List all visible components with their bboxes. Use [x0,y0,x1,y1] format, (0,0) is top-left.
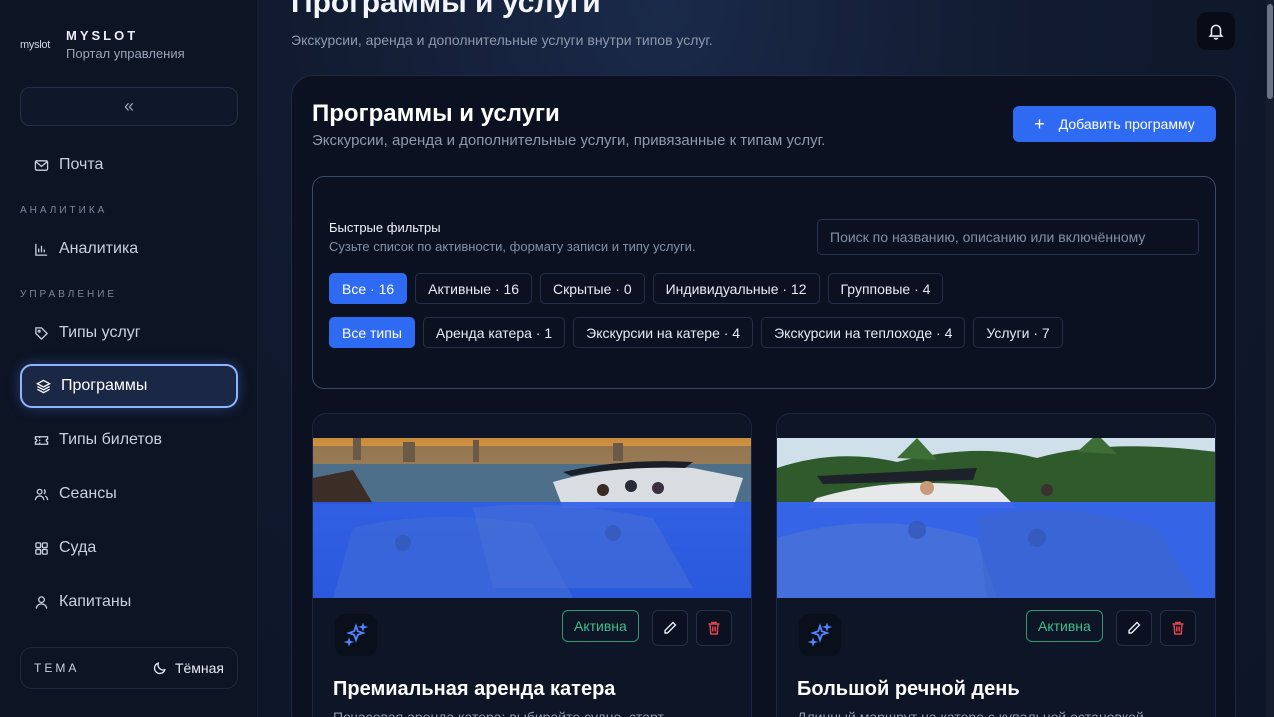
mail-icon [33,157,49,173]
program-card[interactable]: Активна Премиальная аренда катера Почасо… [312,413,752,717]
edit-button[interactable] [652,610,688,646]
section-label-management: УПРАВЛЕНИЕ [20,289,118,300]
program-image [777,438,1215,598]
bar-chart-icon [33,241,49,257]
sidebar-item-label: Капитаны [59,593,132,610]
type-filter-chips: Все типы Аренда катера · 1 Экскурсии на … [329,317,1063,348]
sidebar-item-label: Почта [59,156,104,173]
panel-title: Программы и услуги [312,100,560,127]
notifications-button[interactable] [1197,12,1235,50]
tag-icon [33,325,49,341]
theme-toggle[interactable]: ТЕМА Тёмная [20,647,238,689]
sidebar-item-label: Суда [59,539,97,556]
sidebar-item-captains[interactable]: Капитаны [20,580,238,624]
plus-icon: + [1034,113,1045,134]
status-badge[interactable]: Активна [562,610,639,642]
filters-subtitle: Сузьте список по активности, формату зап… [329,239,696,254]
theme-value: Тёмная [174,660,224,676]
chip-individual[interactable]: Индивидуальные · 12 [652,273,820,304]
scrollbar-thumb[interactable] [1267,4,1273,99]
pencil-icon [1128,621,1141,634]
brand-subtitle: Портал управления [66,46,185,61]
layers-icon [35,378,51,394]
chip-ship-excursions[interactable]: Экскурсии на теплоходе · 4 [761,317,966,348]
sidebar-item-analytics[interactable]: Аналитика [20,227,238,271]
sidebar-item-sessions[interactable]: Сеансы [20,472,238,516]
delete-button[interactable] [696,610,732,646]
brand[interactable]: myslot MYSLOT Портал управления [20,28,185,61]
card-title: Премиальная аренда катера [333,678,616,700]
add-program-label: Добавить программу [1058,116,1195,132]
pencil-icon [664,621,677,634]
main-content: Программы и услуги Экскурсии, аренда и д… [258,0,1266,717]
user-icon [33,594,49,610]
add-program-button[interactable]: + Добавить программу [1013,106,1216,142]
users-icon [33,486,49,502]
page-scrollbar[interactable] [1266,0,1274,717]
sidebar-item-service-types[interactable]: Типы услуг [20,311,238,355]
sidebar-item-ticket-types[interactable]: Типы билетов [20,418,238,462]
chip-all[interactable]: Все · 16 [329,273,408,304]
chip-group[interactable]: Групповые · 4 [827,273,944,304]
card-description: Длинный маршрут на катере с купальной ос… [797,709,1144,717]
trash-icon [1172,621,1184,635]
ticket-icon [33,432,49,448]
card-description: Почасовая аренда катера: выбирайте судно… [333,709,664,717]
brand-logo: myslot [20,38,50,51]
card-title: Большой речной день [797,678,1020,700]
grid-icon [33,540,49,556]
program-card[interactable]: Активна Большой речной день Длинный марш… [776,413,1216,717]
page-title: Программы и услуги [291,0,601,19]
chip-boat-rental[interactable]: Аренда катера · 1 [422,317,566,348]
sidebar-item-mail[interactable]: Почта [20,143,238,187]
panel-subtitle: Экскурсии, аренда и дополнительные услуг… [312,132,826,149]
sidebar-item-label: Аналитика [59,240,139,257]
status-filter-chips: Все · 16 Активные · 16 Скрытые · 0 Индив… [329,273,944,304]
sidebar-item-label: Типы услуг [59,324,141,341]
section-label-analytics: АНАЛИТИКА [20,205,108,216]
sparkles-icon [335,614,377,656]
delete-button[interactable] [1160,610,1196,646]
edit-button[interactable] [1116,610,1152,646]
chip-active[interactable]: Активные · 16 [415,273,533,304]
page-subtitle: Экскурсии, аренда и дополнительные услуг… [291,32,713,48]
sidebar-item-label: Типы билетов [59,431,162,448]
search-input[interactable] [817,219,1199,255]
collapse-sidebar-button[interactable]: « [20,87,238,126]
sidebar: myslot MYSLOT Портал управления « Почта … [0,0,258,717]
programs-panel: Программы и услуги Экскурсии, аренда и д… [291,75,1236,717]
sidebar-item-programs[interactable]: Программы [20,364,238,408]
chip-boat-excursions[interactable]: Экскурсии на катере · 4 [573,317,754,348]
moon-icon [153,662,166,675]
chip-services[interactable]: Услуги · 7 [973,317,1063,348]
chip-all-types[interactable]: Все типы [329,317,415,348]
program-image [313,438,751,598]
trash-icon [708,621,720,635]
sidebar-item-vessels[interactable]: Суда [20,526,238,570]
filters-title: Быстрые фильтры [329,220,441,235]
sidebar-item-label: Сеансы [59,485,117,502]
theme-label: ТЕМА [34,661,80,675]
bell-icon [1208,24,1224,40]
sidebar-item-label: Программы [61,377,148,394]
brand-name: MYSLOT [66,28,139,43]
quick-filters: Быстрые фильтры Сузьте список по активно… [312,176,1216,389]
chip-hidden[interactable]: Скрытые · 0 [540,273,645,304]
status-badge[interactable]: Активна [1026,610,1103,642]
sparkles-icon [799,614,841,656]
